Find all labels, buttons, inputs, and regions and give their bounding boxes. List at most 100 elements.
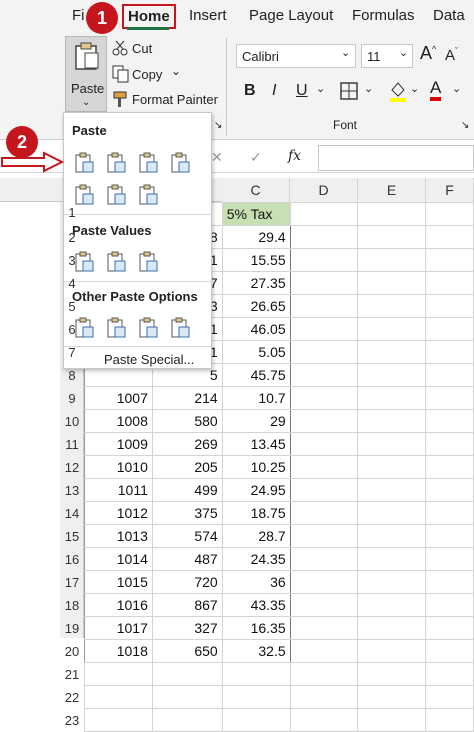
paste-special-item[interactable]: Paste Special... (104, 352, 194, 367)
row-number[interactable]: 22 (60, 690, 84, 705)
cell-c[interactable]: 10.7 (221, 386, 291, 410)
cell-b[interactable]: 867 (151, 593, 223, 617)
cell-empty[interactable] (357, 501, 427, 525)
cell-empty[interactable] (289, 409, 359, 433)
cell-empty[interactable] (289, 639, 359, 663)
cell-empty[interactable] (289, 363, 359, 387)
cell-empty[interactable] (289, 478, 359, 502)
cell-empty[interactable] (289, 317, 359, 341)
cell-a[interactable]: 1013 (84, 524, 153, 548)
format-painter-button[interactable]: Format Painter (132, 92, 218, 107)
insert-function-icon[interactable]: fx (288, 148, 301, 164)
cell-empty[interactable] (425, 294, 474, 318)
row-number[interactable]: 1 (60, 205, 84, 220)
row-number[interactable]: 12 (60, 460, 84, 475)
row-number[interactable]: 17 (60, 575, 84, 590)
cell-empty[interactable] (425, 478, 474, 502)
cell-empty[interactable] (425, 317, 474, 341)
cell-c[interactable]: 15.55 (221, 248, 291, 272)
cell-b[interactable]: 580 (151, 409, 223, 433)
no-borders-icon[interactable] (72, 183, 96, 207)
chevron-down-icon[interactable]: ⌄ (364, 82, 373, 95)
cell-empty[interactable] (357, 570, 427, 594)
chevron-down-icon[interactable]: ⌄ (316, 82, 325, 95)
cell-b[interactable]: 375 (151, 501, 223, 525)
cell-empty[interactable] (357, 478, 427, 502)
cell-empty[interactable] (425, 271, 474, 295)
cell-empty[interactable] (289, 662, 359, 686)
row-number[interactable]: 15 (60, 529, 84, 544)
row-number[interactable]: 14 (60, 506, 84, 521)
cell-a[interactable]: 1015 (84, 570, 153, 594)
underline-button[interactable]: U (296, 82, 308, 100)
cell-empty[interactable] (357, 662, 427, 686)
cell-a[interactable]: 1008 (84, 409, 153, 433)
dialog-launcher-icon[interactable]: ↘ (214, 120, 222, 131)
font-size-box[interactable]: 11 ⌄ (361, 44, 413, 68)
cell-empty[interactable] (425, 409, 474, 433)
cell-empty[interactable] (425, 225, 474, 249)
cell-a[interactable]: 1016 (84, 593, 153, 617)
cell-empty[interactable] (357, 593, 427, 617)
cell-empty[interactable] (425, 202, 474, 226)
column-header-d[interactable]: D (290, 178, 358, 202)
cell-b[interactable] (151, 685, 223, 709)
column-header-e[interactable]: E (358, 178, 426, 202)
values-source-formatting-icon[interactable] (136, 250, 160, 274)
cell-empty[interactable] (357, 294, 427, 318)
cell-empty[interactable] (289, 593, 359, 617)
cell-empty[interactable] (357, 524, 427, 548)
cell-empty[interactable] (425, 662, 474, 686)
cell-c[interactable]: 10.25 (221, 455, 291, 479)
cell-c[interactable]: 13.45 (221, 432, 291, 456)
cell-a[interactable] (84, 662, 153, 686)
row-number[interactable]: 7 (60, 345, 84, 360)
cell-empty[interactable] (425, 340, 474, 364)
cell-empty[interactable] (357, 616, 427, 640)
cell-b[interactable]: 214 (151, 386, 223, 410)
cell-b[interactable]: 487 (151, 547, 223, 571)
cell-empty[interactable] (289, 685, 359, 709)
row-number[interactable]: 2 (60, 230, 84, 245)
cell-a[interactable] (84, 708, 153, 732)
cell-a[interactable]: 1014 (84, 547, 153, 571)
cell-a[interactable]: 1010 (84, 455, 153, 479)
cell-c[interactable]: 26.65 (221, 294, 291, 318)
paste-formulas-icon[interactable] (104, 151, 128, 175)
transpose-icon[interactable] (136, 183, 160, 207)
cell-empty[interactable] (289, 248, 359, 272)
cell-empty[interactable] (289, 432, 359, 456)
row-number[interactable]: 5 (60, 299, 84, 314)
cell-empty[interactable] (425, 363, 474, 387)
tab-formulas[interactable]: Formulas (352, 7, 415, 24)
cell-empty[interactable] (357, 317, 427, 341)
paste-option-icon[interactable] (72, 151, 96, 175)
cell-empty[interactable] (289, 455, 359, 479)
cell-empty[interactable] (289, 501, 359, 525)
cell-empty[interactable] (425, 685, 474, 709)
fill-color-icon[interactable] (388, 80, 408, 102)
row-number[interactable]: 9 (60, 391, 84, 406)
font-name-box[interactable]: Calibri ⌄ (236, 44, 356, 68)
dialog-launcher-icon[interactable]: ↘ (461, 120, 469, 131)
linked-picture-icon[interactable] (168, 316, 192, 340)
cell-empty[interactable] (289, 294, 359, 318)
column-header-c[interactable]: C (222, 178, 290, 202)
cell-empty[interactable] (289, 340, 359, 364)
paste-link-icon[interactable] (104, 316, 128, 340)
cell-empty[interactable] (289, 547, 359, 571)
cell-empty[interactable] (425, 570, 474, 594)
cell-c[interactable]: 29 (221, 409, 291, 433)
paste-button[interactable]: Paste ⌄ (65, 36, 107, 112)
enter-icon[interactable]: ✓ (250, 149, 262, 166)
column-header-f[interactable]: F (426, 178, 474, 202)
borders-icon[interactable] (340, 82, 358, 100)
cell-empty[interactable] (289, 386, 359, 410)
cell-empty[interactable] (357, 202, 427, 226)
values-number-format-icon[interactable] (104, 250, 128, 274)
cell-empty[interactable] (289, 225, 359, 249)
cell-a[interactable]: 1012 (84, 501, 153, 525)
cell-empty[interactable] (425, 501, 474, 525)
row-number[interactable]: 10 (60, 414, 84, 429)
cell-empty[interactable] (357, 685, 427, 709)
